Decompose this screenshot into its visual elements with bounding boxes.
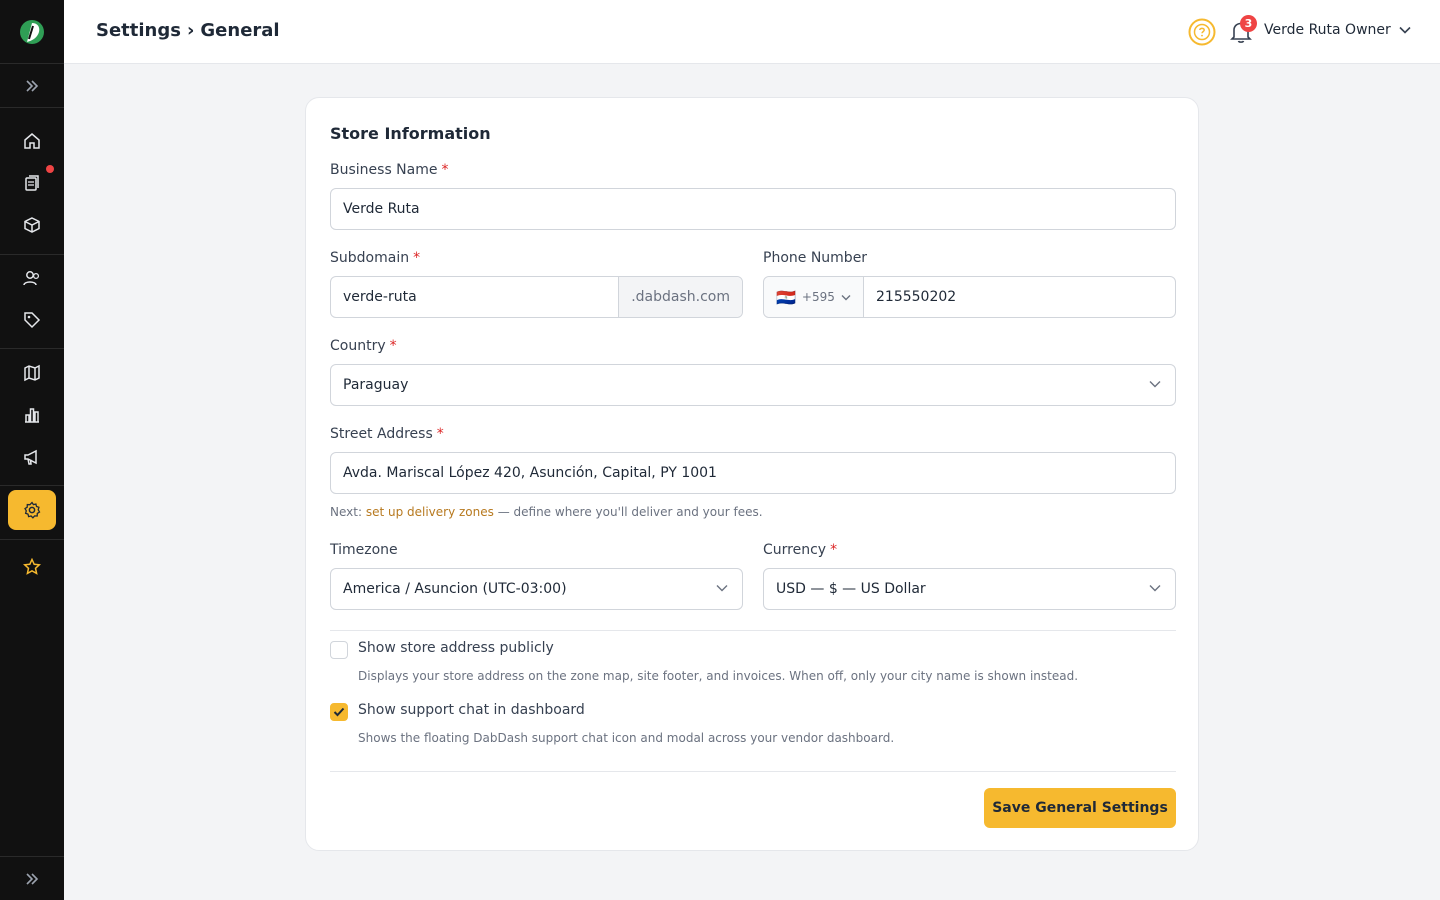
chart-icon (25, 408, 39, 423)
show-support-chat-checkbox[interactable] (330, 703, 348, 721)
currency-label: Currency * (763, 542, 838, 558)
hint-suffix: — define where you'll deliver and your f… (493, 505, 763, 519)
chevron-down-icon (716, 585, 728, 592)
users-icon (23, 271, 40, 286)
country-label: Country * (330, 338, 397, 354)
orders-alert-dot (46, 165, 54, 173)
chevrons-right-icon (26, 79, 39, 92)
show-support-chat-description: Shows the floating DabDash support chat … (358, 731, 895, 745)
topbar: Settings › General 3 Verde Ruta Owner (64, 0, 1440, 64)
business-name-label: Business Name * (330, 162, 449, 178)
chevron-down-icon (1149, 381, 1161, 388)
currency-select[interactable]: USD — $ — US Dollar (763, 568, 1176, 610)
subdomain-value: verde-ruta (343, 289, 417, 305)
country-value: Paraguay (343, 377, 409, 393)
timezone-label: Timezone (330, 542, 398, 558)
nav-customers[interactable] (8, 258, 56, 298)
nav-promotions[interactable] (8, 300, 56, 340)
nav-divider (0, 485, 64, 486)
nav-reviews[interactable] (8, 547, 56, 587)
megaphone-icon (24, 449, 37, 465)
nav-products[interactable] (8, 205, 56, 245)
notification-badge: 3 (1240, 15, 1257, 32)
business-name-input[interactable]: Verde Ruta (330, 188, 1176, 230)
gear-icon (24, 501, 41, 519)
home-icon (24, 133, 40, 149)
nav-analytics[interactable] (8, 395, 56, 435)
country-code: +595 (801, 290, 835, 304)
help-icon[interactable] (1188, 18, 1216, 46)
nav-marketing[interactable] (8, 437, 56, 477)
logo-icon (20, 19, 44, 44)
subdomain-label: Subdomain * (330, 250, 421, 266)
breadcrumb-separator: › (186, 20, 195, 41)
store-information-card: Store Information Business Name * Verde R… (305, 97, 1199, 851)
breadcrumb-section[interactable]: Settings (96, 20, 181, 41)
nav-divider (0, 348, 64, 349)
expand-sidebar-bottom-button[interactable] (0, 856, 64, 900)
hint-prefix: Next: (330, 505, 366, 519)
currency-value: USD — $ — US Dollar (776, 581, 926, 597)
street-address-input[interactable]: Avda. Mariscal López 420, Asunción, Capi… (330, 452, 1176, 494)
country-select[interactable]: Paraguay (330, 364, 1176, 406)
breadcrumb-page: General (200, 20, 280, 41)
chevron-down-icon (841, 294, 851, 300)
user-menu[interactable]: Verde Ruta Owner (1264, 22, 1411, 38)
expand-sidebar-button[interactable] (0, 64, 64, 108)
chevrons-right-icon (26, 872, 39, 885)
tag-icon (24, 312, 41, 329)
checkmark-icon (333, 707, 345, 717)
map-icon (24, 364, 40, 382)
business-name-value: Verde Ruta (343, 201, 420, 217)
section-title: Store Information (330, 124, 491, 143)
nav-zones[interactable] (8, 353, 56, 393)
box-icon (24, 217, 40, 233)
section-divider (330, 630, 1176, 631)
street-address-label: Street Address * (330, 426, 444, 442)
chevron-down-icon (1399, 26, 1411, 34)
user-name: Verde Ruta Owner (1264, 22, 1391, 38)
show-address-description: Displays your store address on the zone … (358, 669, 1079, 683)
delivery-zones-hint: Next: set up delivery zones — define whe… (330, 505, 763, 519)
orders-icon (25, 175, 39, 191)
sidebar (0, 0, 64, 900)
save-general-settings-button[interactable]: Save General Settings (984, 788, 1176, 828)
nav-home[interactable] (8, 121, 56, 161)
country-code-select[interactable]: 🇵🇾 +595 (764, 277, 864, 317)
phone-label: Phone Number (763, 250, 868, 266)
show-support-chat-label[interactable]: Show support chat in dashboard (358, 702, 585, 718)
dabdash-logo[interactable] (0, 0, 64, 64)
delivery-zones-link[interactable]: set up delivery zones (366, 505, 494, 519)
show-address-checkbox[interactable] (330, 641, 348, 659)
nav-divider (0, 539, 64, 540)
phone-value: 215550202 (876, 289, 957, 305)
paraguay-flag-icon: 🇵🇾 (776, 287, 796, 307)
timezone-value: America / Asuncion (UTC-03:00) (343, 581, 567, 597)
phone-input[interactable]: 🇵🇾 +595 215550202 (763, 276, 1176, 318)
show-address-label[interactable]: Show store address publicly (358, 640, 554, 656)
nav-divider (0, 254, 64, 255)
star-icon (23, 558, 41, 575)
nav-settings[interactable] (8, 490, 56, 530)
breadcrumb: Settings › General (96, 20, 280, 41)
footer-divider (330, 771, 1176, 772)
timezone-select[interactable]: America / Asuncion (UTC-03:00) (330, 568, 743, 610)
subdomain-suffix: .dabdash.com (618, 277, 742, 317)
street-address-value: Avda. Mariscal López 420, Asunción, Capi… (343, 465, 717, 481)
subdomain-input[interactable]: verde-ruta .dabdash.com (330, 276, 743, 318)
chevron-down-icon (1149, 585, 1161, 592)
